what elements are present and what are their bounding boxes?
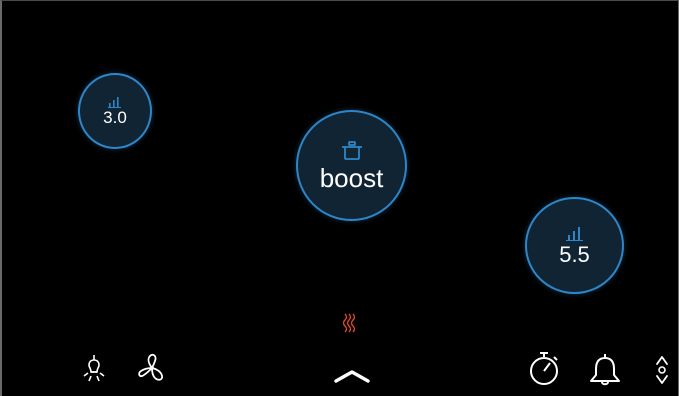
power-level-icon: [565, 226, 583, 241]
cooking-zone-right[interactable]: 5.5: [525, 197, 624, 294]
bell-icon[interactable]: [587, 353, 623, 387]
zone-left-level: 3.0: [103, 108, 127, 127]
heat-indicator-icon: [343, 313, 356, 333]
pot-icon: [341, 140, 362, 160]
cooktop-screen: 3.0 boost 5.5: [0, 0, 679, 396]
zone-center-mode: boost: [319, 162, 384, 193]
timer-icon[interactable]: [527, 351, 561, 387]
chevron-up-icon[interactable]: [333, 365, 371, 385]
cooking-zone-left[interactable]: 3.0: [78, 73, 152, 149]
power-level-icon: [108, 97, 121, 108]
fan-icon[interactable]: [138, 353, 166, 383]
zone-right-level: 5.5: [559, 241, 590, 267]
cooking-zone-center[interactable]: boost: [296, 110, 407, 221]
up-down-arrows-icon[interactable]: [655, 354, 669, 386]
light-bulb-icon[interactable]: [82, 354, 106, 384]
